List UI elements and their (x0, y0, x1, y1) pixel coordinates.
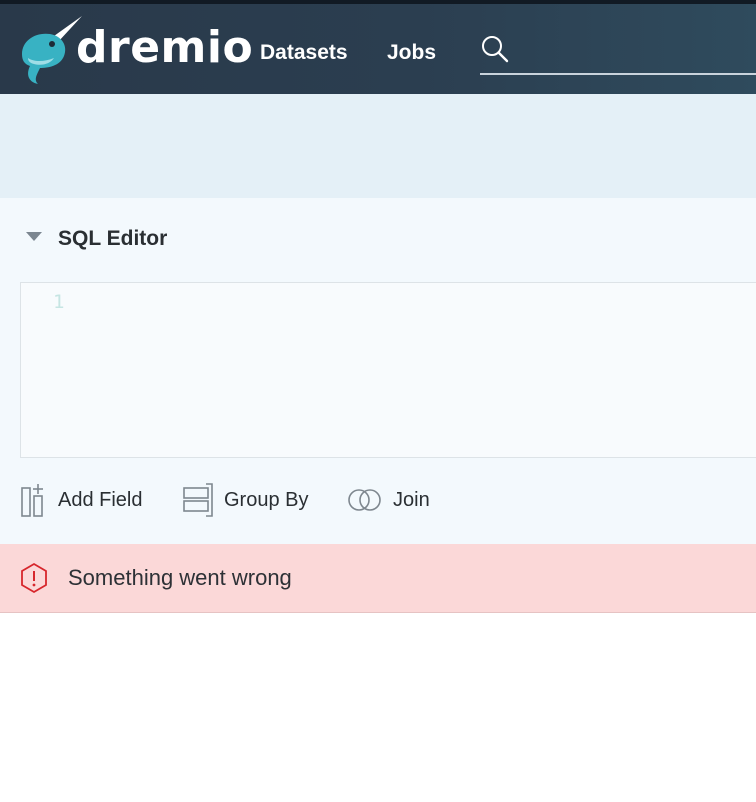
top-navigation-bar: dremio Datasets Jobs (0, 0, 756, 94)
group-by-label: Group By (224, 488, 309, 511)
join-label: Join (393, 488, 430, 511)
dataset-header-area (0, 94, 756, 198)
sql-editor-textarea[interactable]: 1 (20, 282, 756, 458)
sql-editor-title: SQL Editor (58, 227, 168, 250)
search-input[interactable] (516, 38, 750, 68)
nav-datasets[interactable]: Datasets (260, 40, 348, 66)
group-by-button[interactable]: Group By (182, 482, 308, 518)
add-field-button[interactable]: Add Field (20, 482, 143, 518)
search-underline (480, 73, 756, 75)
add-field-label: Add Field (58, 488, 143, 511)
error-banner: Something went wrong (0, 544, 756, 613)
error-warning-icon (21, 562, 47, 594)
sql-editor-panel: SQL Editor 1 Add Field Group By Join (0, 198, 756, 544)
group-by-icon (183, 483, 213, 517)
join-button[interactable]: Join (347, 482, 430, 518)
line-number: 1 (53, 291, 65, 313)
error-message: Something went wrong (68, 565, 292, 590)
add-field-icon (21, 484, 43, 517)
search-icon (482, 36, 509, 63)
narwhal-logo-icon[interactable] (14, 14, 84, 84)
join-icon (348, 489, 381, 511)
caret-down-icon[interactable] (26, 230, 42, 242)
app-logo-text[interactable]: dremio (76, 22, 253, 74)
nav-jobs[interactable]: Jobs (387, 40, 436, 66)
